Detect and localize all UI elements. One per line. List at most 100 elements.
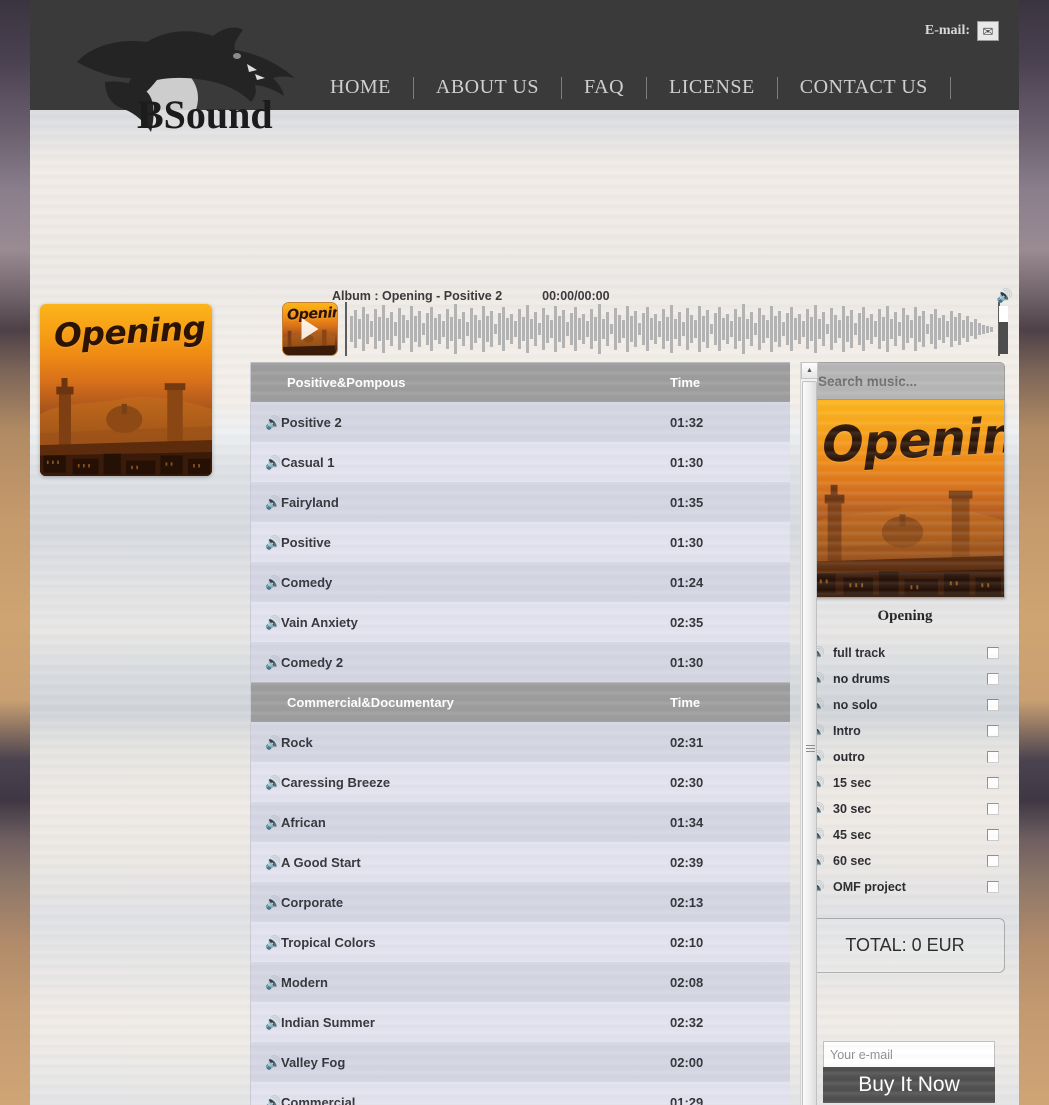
search-input[interactable] <box>805 362 1005 400</box>
option-row[interactable]: 🔊30 sec <box>805 796 1005 822</box>
scrollbar-thumb[interactable] <box>802 381 817 1105</box>
barracuda-logo-icon: BSound <box>65 20 315 135</box>
option-label: no drums <box>833 672 987 686</box>
option-checkbox[interactable] <box>987 881 999 893</box>
player-album-info: Album : Opening - Positive 2 <box>332 289 502 303</box>
track-row[interactable]: 🔊African01:34 <box>251 802 790 842</box>
speaker-icon[interactable]: 🔊 <box>997 288 1013 304</box>
sidebar-artwork-word: Opening <box>820 404 1004 474</box>
nav-item-license[interactable]: LICENSE <box>647 76 777 99</box>
volume-slider[interactable] <box>999 306 1008 354</box>
track-row[interactable]: 🔊A Good Start02:39 <box>251 842 790 882</box>
track-time: 02:31 <box>670 735 790 750</box>
nav-item-faq[interactable]: FAQ <box>562 76 646 99</box>
track-row[interactable]: 🔊Positive 201:32 <box>251 402 790 442</box>
scroll-up-arrow-icon[interactable]: ▲ <box>801 362 818 379</box>
option-row[interactable]: 🔊full track <box>805 640 1005 666</box>
track-time: 02:30 <box>670 775 790 790</box>
svg-text:BSound: BSound <box>137 92 273 135</box>
track-row[interactable]: 🔊Tropical Colors02:10 <box>251 922 790 962</box>
option-row[interactable]: 🔊15 sec <box>805 770 1005 796</box>
option-checkbox[interactable] <box>987 699 999 711</box>
track-row[interactable]: 🔊Modern02:08 <box>251 962 790 1002</box>
option-row[interactable]: 🔊no drums <box>805 666 1005 692</box>
speaker-icon[interactable]: 🔊 <box>251 536 281 549</box>
track-name: Comedy <box>281 575 670 590</box>
track-group-header: Positive&PompousTime <box>251 362 790 402</box>
speaker-icon[interactable]: 🔊 <box>251 656 281 669</box>
speaker-icon[interactable]: 🔊 <box>251 576 281 589</box>
option-row[interactable]: 🔊outro <box>805 744 1005 770</box>
track-row[interactable]: 🔊Positive01:30 <box>251 522 790 562</box>
player-play-button[interactable]: Opening <box>282 302 338 356</box>
option-checkbox[interactable] <box>987 777 999 789</box>
waveform-seek-bar[interactable] <box>350 302 995 356</box>
speaker-icon[interactable]: 🔊 <box>251 1096 281 1105</box>
sidebar-album-cover[interactable]: Opening <box>805 400 1005 598</box>
track-group-header: Commercial&DocumentaryTime <box>251 682 790 722</box>
track-row[interactable]: 🔊Corporate02:13 <box>251 882 790 922</box>
speaker-icon[interactable]: 🔊 <box>251 1056 281 1069</box>
option-checkbox[interactable] <box>987 803 999 815</box>
track-row[interactable]: 🔊Indian Summer02:32 <box>251 1002 790 1042</box>
option-label: 30 sec <box>833 802 987 816</box>
speaker-icon[interactable]: 🔊 <box>251 896 281 909</box>
speaker-icon[interactable]: 🔊 <box>251 776 281 789</box>
option-checkbox[interactable] <box>987 725 999 737</box>
track-time: 02:39 <box>670 855 790 870</box>
player-time-display: 00:00/00:00 <box>542 289 609 303</box>
skyline-graphic-sidebar <box>806 471 1003 597</box>
track-row[interactable]: 🔊Comedy01:24 <box>251 562 790 602</box>
site-logo[interactable]: BSound <box>65 20 315 135</box>
track-time: 02:13 <box>670 895 790 910</box>
option-checkbox[interactable] <box>987 673 999 685</box>
envelope-icon[interactable]: ✉ <box>977 21 999 41</box>
track-row[interactable]: 🔊Rock02:31 <box>251 722 790 762</box>
album-cover-large[interactable]: Opening <box>40 304 212 476</box>
option-row[interactable]: 🔊no solo <box>805 692 1005 718</box>
track-row[interactable]: 🔊Caressing Breeze02:30 <box>251 762 790 802</box>
track-row[interactable]: 🔊Vain Anxiety02:35 <box>251 602 790 642</box>
speaker-icon[interactable]: 🔊 <box>251 456 281 469</box>
email-contact[interactable]: E-mail: ✉ <box>925 21 999 41</box>
track-time: 02:08 <box>670 975 790 990</box>
speaker-icon[interactable]: 🔊 <box>251 416 281 429</box>
player-thumb-artwork: Opening <box>283 303 337 355</box>
option-checkbox[interactable] <box>987 647 999 659</box>
track-row[interactable]: 🔊Fairyland01:35 <box>251 482 790 522</box>
track-name: Modern <box>281 975 670 990</box>
track-row[interactable]: 🔊Valley Fog02:00 <box>251 1042 790 1082</box>
track-list-scrollbar[interactable]: ▲ ▼ <box>800 362 817 1105</box>
track-name: Corporate <box>281 895 670 910</box>
nav-item-home[interactable]: HOME <box>308 76 413 99</box>
track-row[interactable]: 🔊Commercial01:29 <box>251 1082 790 1105</box>
speaker-icon[interactable]: 🔊 <box>251 736 281 749</box>
speaker-icon[interactable]: 🔊 <box>251 976 281 989</box>
nav-item-contact-us[interactable]: CONTACT US <box>778 76 950 99</box>
nav-item-about-us[interactable]: ABOUT US <box>414 76 561 99</box>
option-label: 15 sec <box>833 776 987 790</box>
speaker-icon[interactable]: 🔊 <box>251 936 281 949</box>
option-label: OMF project <box>833 880 987 894</box>
option-row[interactable]: 🔊60 sec <box>805 848 1005 874</box>
speaker-icon[interactable]: 🔊 <box>251 1016 281 1029</box>
track-name: African <box>281 815 670 830</box>
speaker-icon[interactable]: 🔊 <box>251 616 281 629</box>
speaker-icon[interactable]: 🔊 <box>251 496 281 509</box>
speaker-icon[interactable]: 🔊 <box>251 856 281 869</box>
track-list[interactable]: Positive&PompousTime🔊Positive 201:32🔊Cas… <box>250 362 790 1105</box>
album-artwork-word: Opening <box>53 309 206 355</box>
speaker-icon[interactable]: 🔊 <box>251 816 281 829</box>
buyer-email-input[interactable] <box>823 1041 995 1067</box>
option-label: full track <box>833 646 987 660</box>
option-checkbox[interactable] <box>987 829 999 841</box>
option-row[interactable]: 🔊Intro <box>805 718 1005 744</box>
option-checkbox[interactable] <box>987 855 999 867</box>
track-row[interactable]: 🔊Comedy 201:30 <box>251 642 790 682</box>
buy-it-now-button[interactable]: Buy It Now <box>823 1067 995 1103</box>
track-row[interactable]: 🔊Casual 101:30 <box>251 442 790 482</box>
option-row[interactable]: 🔊OMF project <box>805 874 1005 900</box>
option-row[interactable]: 🔊45 sec <box>805 822 1005 848</box>
option-checkbox[interactable] <box>987 751 999 763</box>
site-container: E-mail: ✉ HOME ABOUT US FAQ LICENSE CONT… <box>30 0 1019 1105</box>
